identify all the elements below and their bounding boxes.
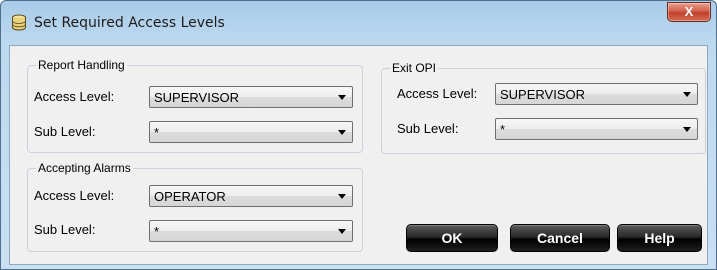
- sub-level-label: Sub Level:: [34, 222, 96, 237]
- cancel-button[interactable]: Cancel: [510, 224, 610, 252]
- selected-value: SUPERVISOR: [154, 90, 240, 105]
- help-button[interactable]: Help: [617, 224, 702, 252]
- selected-value: *: [154, 224, 160, 239]
- database-icon: [11, 14, 27, 31]
- accepting-alarms-group: Accepting Alarms Access Level: OPERATOR …: [27, 161, 363, 252]
- chevron-down-icon[interactable]: [683, 92, 691, 97]
- dialog-body: Report Handling Access Level: SUPERVISOR…: [9, 45, 708, 265]
- selected-value: OPERATOR: [154, 189, 226, 204]
- selected-value: SUPERVISOR: [500, 87, 586, 102]
- access-level-label: Access Level:: [34, 89, 115, 104]
- selected-value: *: [500, 122, 506, 137]
- dialog-window: Set Required Access Levels X Report Hand…: [0, 0, 717, 270]
- selected-value: *: [154, 125, 160, 140]
- group-label-exit-opi: Exit OPI: [390, 61, 439, 75]
- accepting-alarms-sub-level-select[interactable]: *: [149, 220, 353, 242]
- ok-button[interactable]: OK: [406, 224, 498, 252]
- sub-level-label: Sub Level:: [34, 124, 96, 139]
- chevron-down-icon[interactable]: [338, 95, 346, 100]
- report-handling-access-level-select[interactable]: SUPERVISOR: [149, 86, 353, 108]
- report-handling-group: Report Handling Access Level: SUPERVISOR…: [27, 58, 363, 153]
- report-handling-sub-level-select[interactable]: *: [149, 121, 353, 143]
- exit-opi-group: Exit OPI Access Level: SUPERVISOR Sub Le…: [381, 61, 706, 154]
- group-label-report-handling: Report Handling: [36, 58, 127, 72]
- title-bar[interactable]: Set Required Access Levels X: [1, 1, 716, 45]
- window-title: Set Required Access Levels: [34, 15, 225, 31]
- group-label-accepting-alarms: Accepting Alarms: [36, 161, 133, 175]
- close-button[interactable]: X: [667, 2, 711, 22]
- access-level-label: Access Level:: [34, 188, 115, 203]
- exit-opi-sub-level-select[interactable]: *: [495, 118, 698, 140]
- chevron-down-icon[interactable]: [338, 194, 346, 199]
- access-level-label: Access Level:: [397, 86, 478, 101]
- sub-level-label: Sub Level:: [397, 121, 459, 136]
- chevron-down-icon[interactable]: [338, 130, 346, 135]
- chevron-down-icon[interactable]: [683, 127, 691, 132]
- chevron-down-icon[interactable]: [338, 229, 346, 234]
- exit-opi-access-level-select[interactable]: SUPERVISOR: [495, 83, 698, 105]
- accepting-alarms-access-level-select[interactable]: OPERATOR: [149, 185, 353, 207]
